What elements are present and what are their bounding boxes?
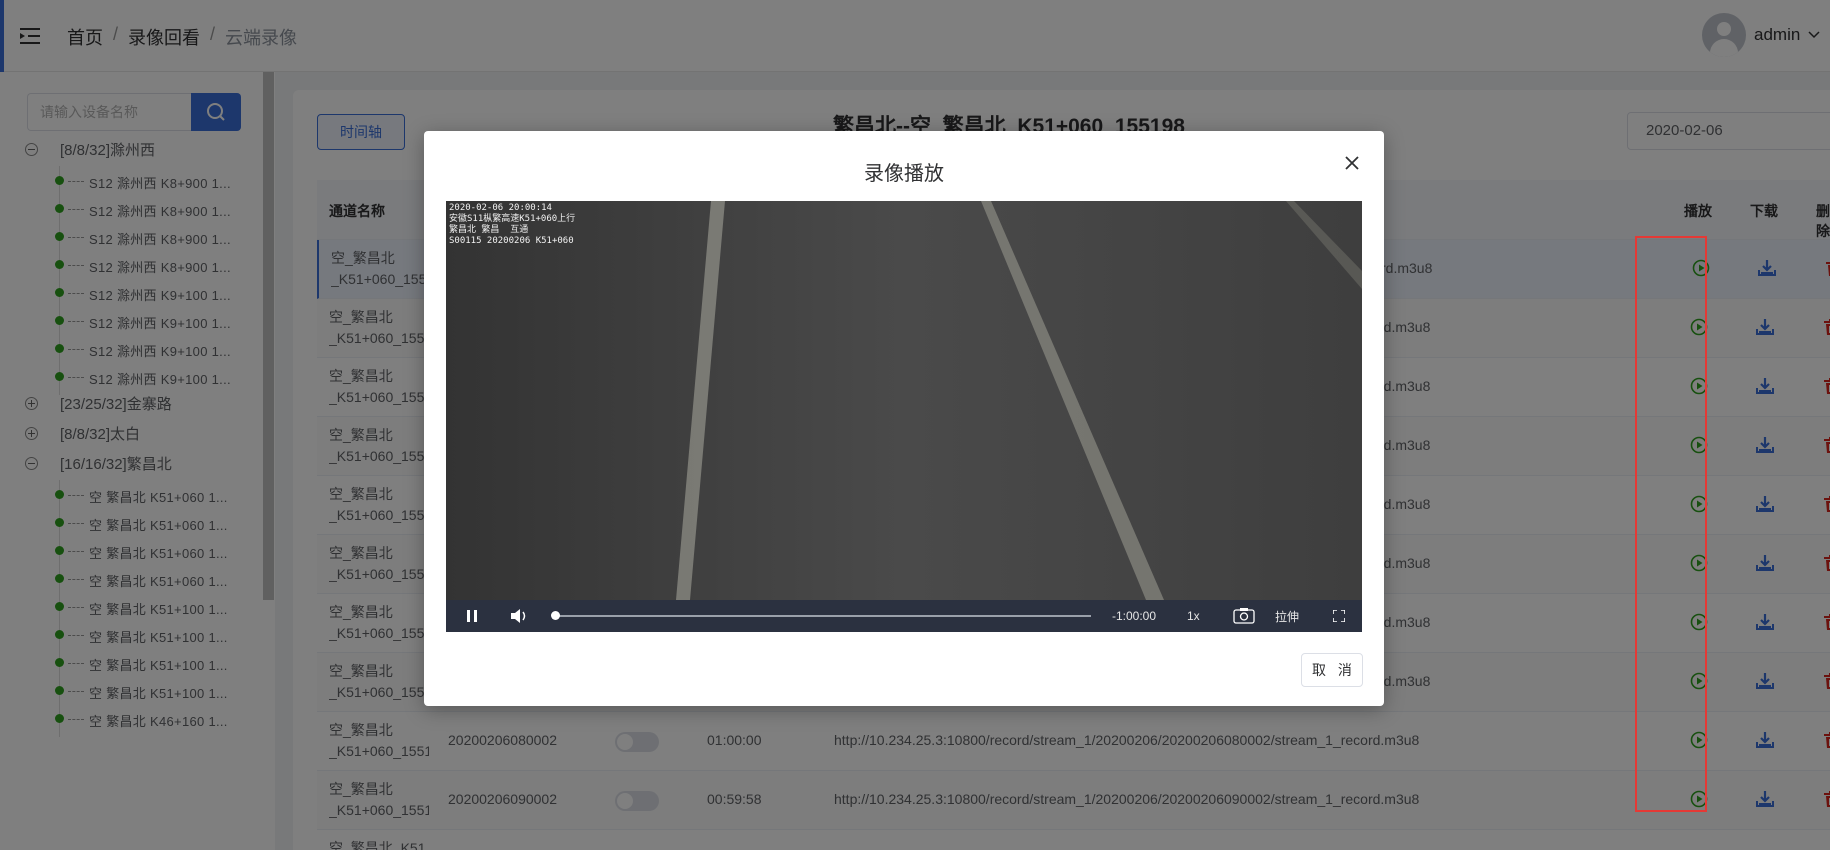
annotation-highlight-box bbox=[1635, 236, 1707, 812]
close-icon[interactable] bbox=[1341, 152, 1363, 174]
player-controls: -1:00:00 1x 拉伸 bbox=[446, 600, 1362, 632]
progress-handle[interactable] bbox=[551, 611, 560, 620]
stretch-button[interactable]: 拉伸 bbox=[1275, 608, 1299, 625]
volume-icon[interactable] bbox=[510, 608, 528, 624]
video-playback-dialog: 录像播放 2020-02-06 20:00:14 安徽S11枞繁高速K51+06… bbox=[424, 131, 1384, 706]
dialog-title: 录像播放 bbox=[864, 163, 944, 185]
cancel-button[interactable]: 取 消 bbox=[1301, 653, 1363, 687]
camera-icon[interactable] bbox=[1233, 607, 1255, 624]
progress-track[interactable] bbox=[555, 615, 1091, 617]
video-osd-text: 2020-02-06 20:00:14 安徽S11枞繁高速K51+060上行 繁… bbox=[449, 203, 576, 246]
pause-icon[interactable] bbox=[466, 610, 478, 622]
fullscreen-icon[interactable] bbox=[1333, 610, 1345, 622]
time-remaining: -1:00:00 bbox=[1112, 609, 1157, 623]
video-frame bbox=[446, 201, 1362, 600]
video-player[interactable]: 2020-02-06 20:00:14 安徽S11枞繁高速K51+060上行 繁… bbox=[446, 201, 1362, 632]
playback-speed[interactable]: 1x bbox=[1187, 609, 1200, 623]
